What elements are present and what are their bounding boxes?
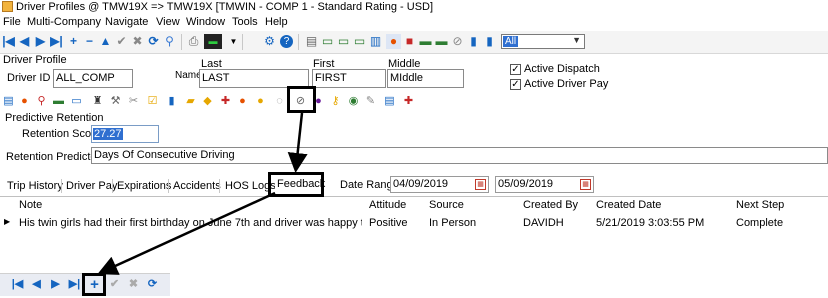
arrow-to-feedback-tab (287, 112, 308, 173)
arrow-to-add-button (97, 191, 276, 275)
annotation-arrows (97, 112, 308, 275)
